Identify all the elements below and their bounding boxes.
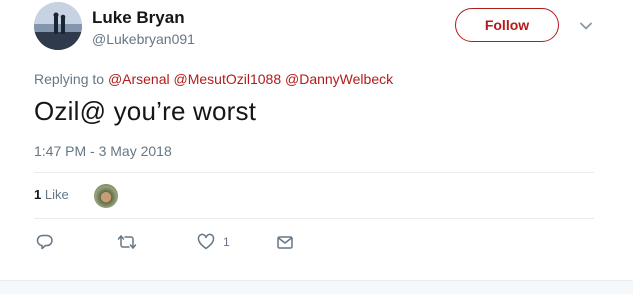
divider [34, 172, 594, 173]
mention-link[interactable]: @Arsenal [108, 71, 170, 87]
direct-message-button[interactable] [276, 232, 294, 252]
mention-link[interactable]: @MesutOzil1088 [174, 71, 282, 87]
like-button[interactable]: 1 [197, 232, 230, 252]
retweet-button[interactable] [117, 232, 137, 252]
tweet-timestamp[interactable]: 1:47 PM - 3 May 2018 [34, 143, 172, 159]
author-handle[interactable]: @Lukebryan091 [92, 31, 195, 47]
follow-button[interactable]: Follow [455, 8, 559, 42]
heart-icon [197, 233, 215, 251]
likes-stat[interactable]: 1 Like [34, 187, 69, 202]
envelope-icon [276, 233, 294, 251]
author-display-name[interactable]: Luke Bryan [92, 8, 185, 28]
retweet-icon [117, 233, 137, 251]
divider [34, 218, 594, 219]
tweet-text: Ozil@ you’re worst [34, 96, 257, 126]
reply-context-prefix: Replying to [34, 71, 105, 87]
author-avatar[interactable] [34, 2, 82, 50]
footer-strip [0, 280, 633, 294]
liker-avatar[interactable] [94, 184, 118, 208]
chevron-down-icon[interactable] [578, 18, 594, 34]
likes-label: Like [44, 187, 69, 202]
reply-context: Replying to @Arsenal @MesutOzil1088 @Dan… [34, 71, 393, 87]
reply-button[interactable] [36, 232, 54, 252]
like-count: 1 [223, 235, 230, 249]
likes-count: 1 [34, 187, 42, 202]
tweet-card: Luke Bryan @Lukebryan091 Follow Replying… [0, 0, 633, 280]
mention-link[interactable]: @DannyWelbeck [285, 71, 393, 87]
reply-icon [36, 233, 54, 251]
